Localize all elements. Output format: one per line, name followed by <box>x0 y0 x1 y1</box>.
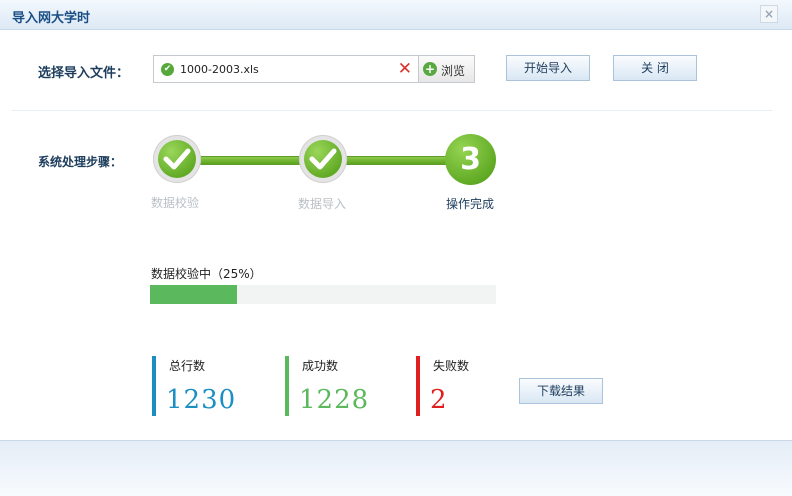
step-3-label: 操作完成 <box>446 197 495 211</box>
stat-value: 1230 <box>166 385 237 415</box>
step-2-label: 数据导入 <box>298 197 347 211</box>
divider <box>12 110 772 111</box>
stat-total: 总行数 1230 <box>152 356 262 416</box>
file-label: 选择导入文件： <box>38 66 130 81</box>
stat-failed: 失败数 2 <box>416 356 526 416</box>
progress-bar <box>150 285 496 304</box>
dialog-close-icon[interactable]: × <box>760 5 778 23</box>
start-import-button[interactable]: 开始导入 <box>506 55 590 81</box>
stat-label: 总行数 <box>169 359 206 373</box>
step-3-node: 3 <box>445 134 496 185</box>
stat-bar <box>416 356 420 416</box>
file-field[interactable]: ✔ 1000-2003.xls ✕ <box>153 55 419 83</box>
check-circle-icon: ✔ <box>161 63 174 76</box>
stat-bar <box>285 356 289 416</box>
browse-label: 浏览 <box>441 64 466 78</box>
dialog-title: 导入网大学时 <box>12 11 91 26</box>
step-2-node <box>299 135 347 183</box>
check-icon <box>163 148 191 170</box>
progress-fill <box>150 285 237 304</box>
remove-file-icon[interactable]: ✕ <box>398 59 412 79</box>
check-icon <box>309 148 337 170</box>
file-name: 1000-2003.xls <box>180 63 259 76</box>
stat-label: 成功数 <box>302 359 339 373</box>
stat-success: 成功数 1228 <box>285 356 395 416</box>
step-1-node <box>153 135 201 183</box>
download-results-button[interactable]: 下载结果 <box>519 378 603 404</box>
browse-button[interactable]: + 浏览 <box>419 55 475 83</box>
step-1-label: 数据校验 <box>151 196 200 210</box>
progress-label: 数据校验中（25%） <box>151 267 262 281</box>
close-button[interactable]: 关 闭 <box>613 55 697 81</box>
stat-value: 2 <box>430 385 448 415</box>
steps-label: 系统处理步骤： <box>38 155 123 169</box>
plus-circle-icon: + <box>423 62 437 76</box>
stat-label: 失败数 <box>433 359 470 373</box>
dialog-titlebar: 导入网大学时 × <box>0 0 792 30</box>
stat-bar <box>152 356 156 416</box>
dialog-footer <box>0 440 792 496</box>
stat-value: 1228 <box>299 385 370 415</box>
